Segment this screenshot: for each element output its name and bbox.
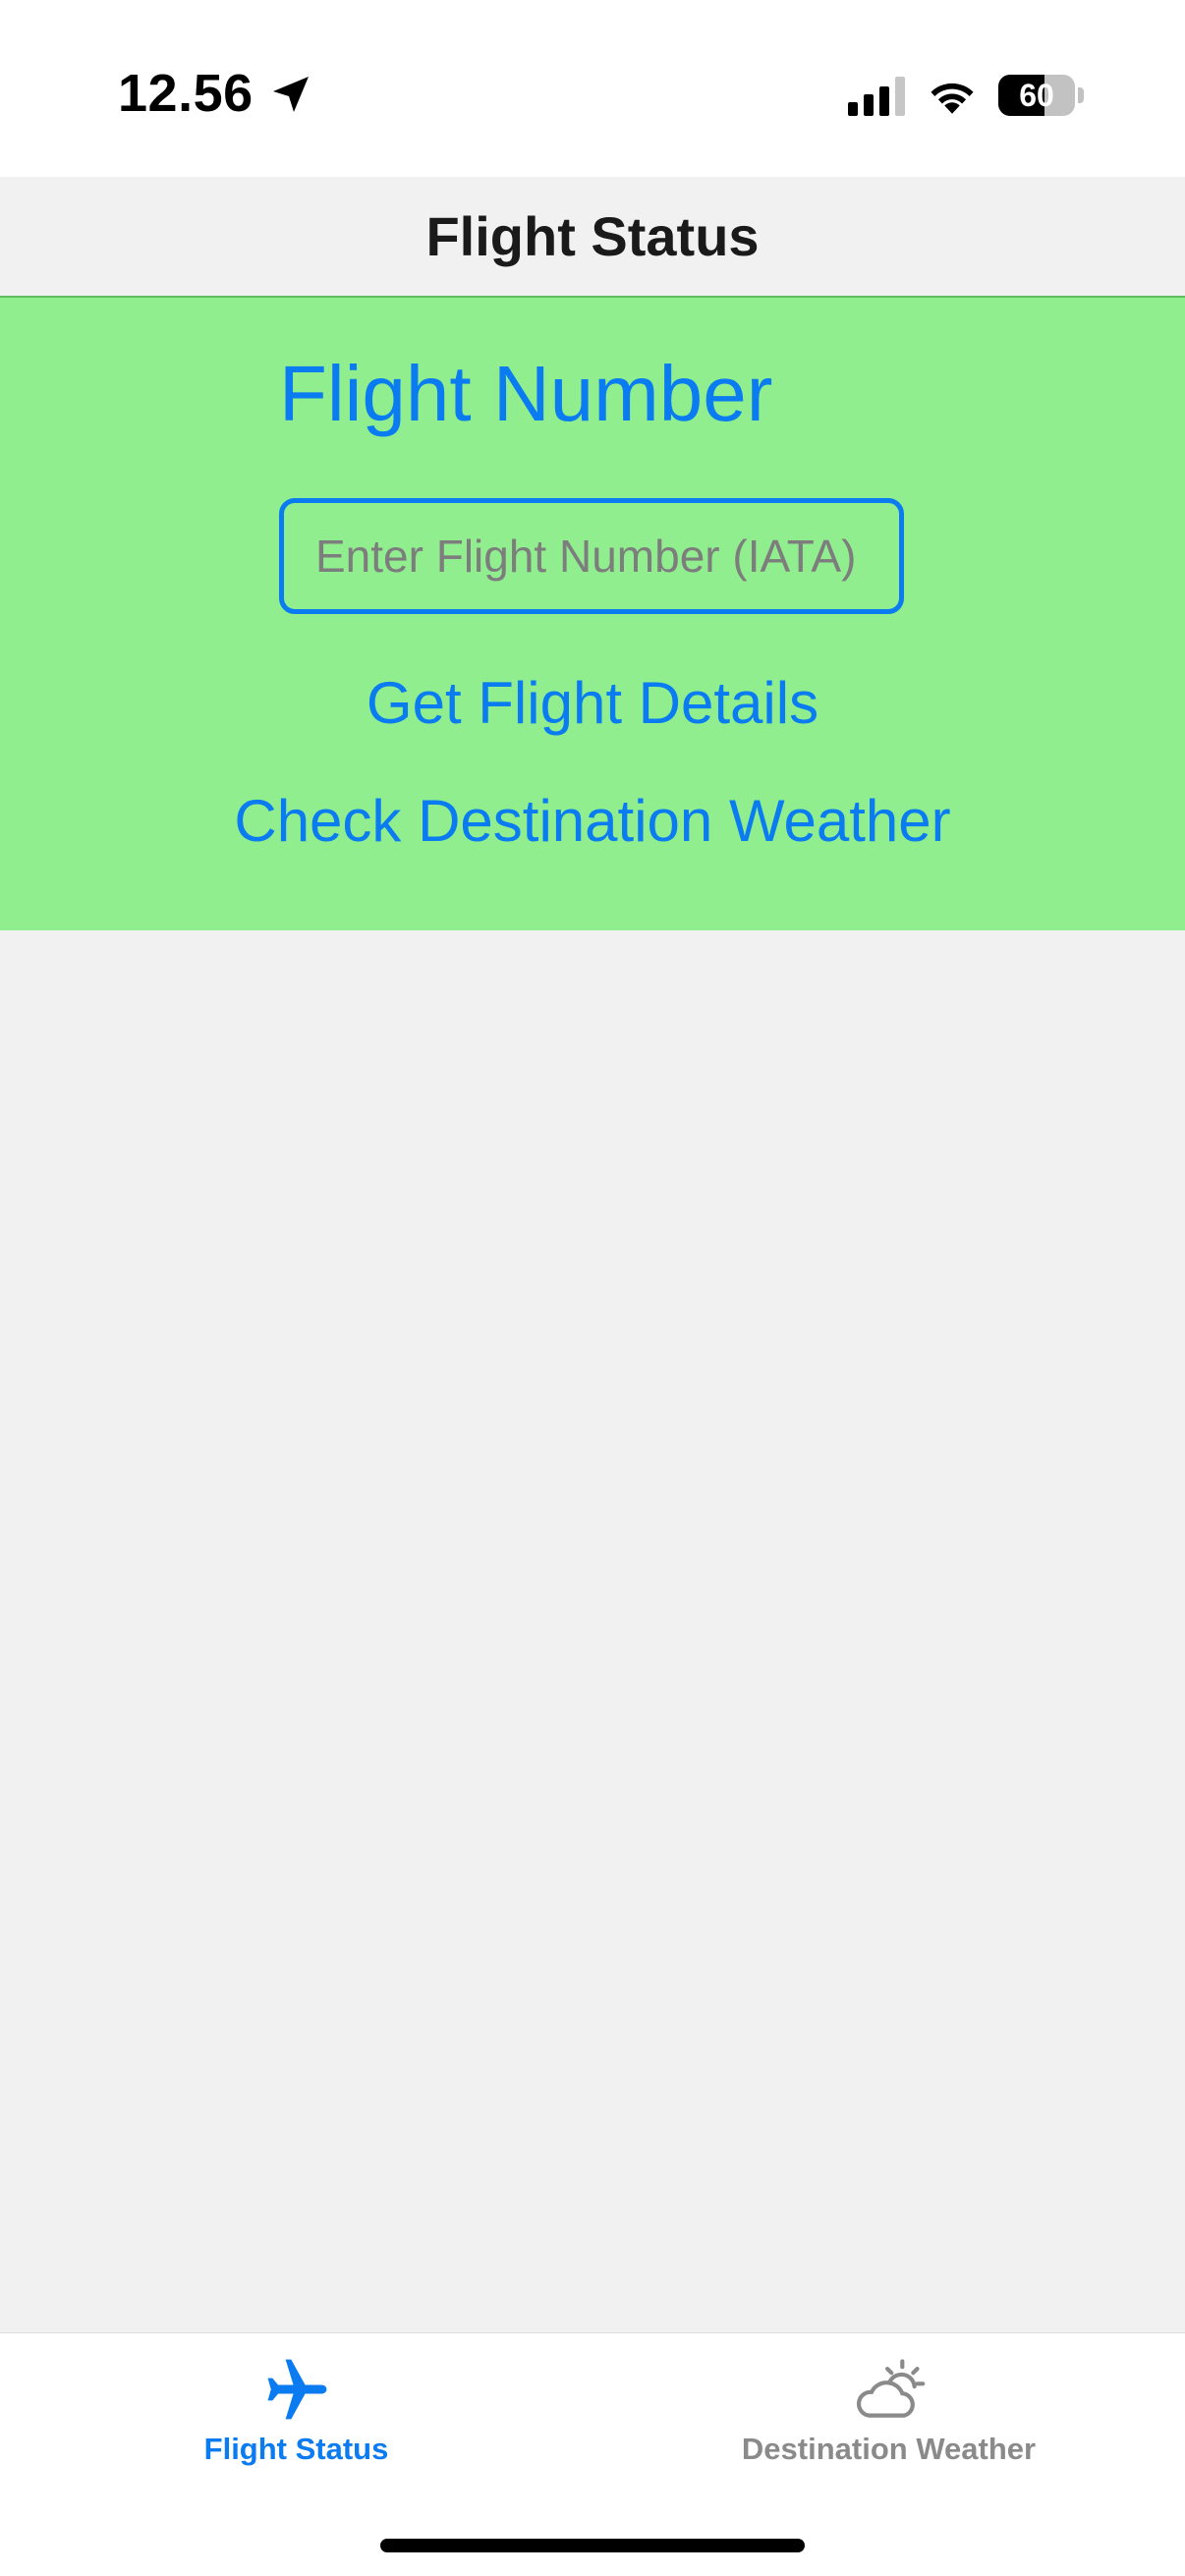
tab-flight-status-label: Flight Status — [203, 2432, 389, 2466]
flight-form-panel: Flight Number Get Flight Details Check D… — [0, 298, 1185, 930]
page-title: Flight Status — [425, 205, 760, 267]
flight-number-heading: Flight Number — [279, 350, 773, 437]
cloud-sun-icon — [856, 2359, 926, 2418]
wifi-icon — [931, 83, 974, 114]
check-destination-weather-button[interactable]: Check Destination Weather — [0, 787, 1185, 855]
cellular-signal-icon — [848, 77, 905, 116]
tab-destination-weather-label: Destination Weather — [741, 2432, 1037, 2466]
get-flight-details-button[interactable]: Get Flight Details — [0, 669, 1185, 737]
content-area — [0, 930, 1185, 2332]
location-arrow-icon — [273, 77, 309, 112]
flight-number-input[interactable] — [279, 498, 904, 614]
airplane-icon — [267, 2359, 327, 2420]
home-indicator — [380, 2539, 805, 2552]
status-time: 12.56 — [118, 64, 254, 123]
battery-tip — [1078, 87, 1084, 103]
tab-destination-weather[interactable]: Destination Weather — [592, 2333, 1185, 2481]
tab-flight-status[interactable]: Flight Status — [0, 2333, 592, 2481]
battery-body: 60 — [998, 75, 1075, 116]
battery-icon: 60 — [998, 75, 1085, 116]
status-bar: 12.56 60 — [0, 0, 1185, 177]
battery-level: 60 — [1019, 78, 1054, 113]
